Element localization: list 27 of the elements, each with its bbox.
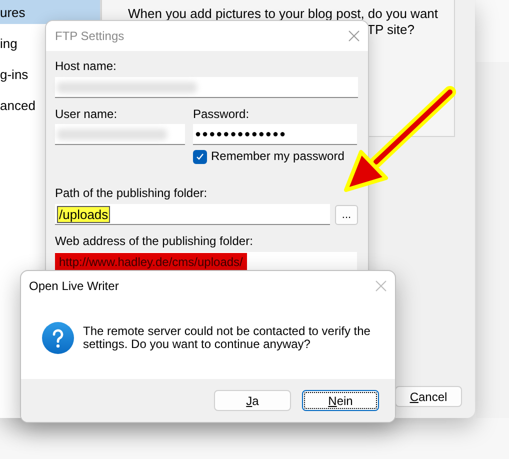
close-icon[interactable] (375, 280, 387, 292)
field-label: Host name: (55, 59, 118, 74)
sidebar-item[interactable]: ures (0, 0, 100, 24)
field-value: /uploads (57, 206, 110, 222)
field-label: Password: (193, 107, 250, 122)
dialog-title: FTP Settings (55, 29, 124, 43)
dialog-title: Open Live Writer (29, 279, 119, 293)
user-name-field[interactable] (55, 124, 185, 145)
remember-password-checkbox[interactable]: Remember my password (193, 149, 358, 164)
browse-button[interactable]: ... (335, 204, 358, 224)
check-icon (196, 152, 204, 160)
host-name-field[interactable] (55, 77, 358, 98)
field-label: User name: (55, 107, 118, 122)
dialog-button[interactable]: Ja (214, 390, 291, 411)
password-field[interactable]: ●●●●●●●●●●●●● (193, 124, 357, 145)
info-text: When you add pictures to your blog post, do you want (128, 6, 438, 22)
checkbox[interactable] (193, 150, 207, 164)
info-text: TP site? (367, 22, 414, 38)
field-value: http://www.hadley.de/cms/uploads/ (55, 253, 247, 271)
message-text: The remote server could not be contacted to verify the settings. Do you want to continue anyway? (83, 325, 372, 351)
path-field[interactable]: /uploads (55, 204, 330, 225)
cancel-button[interactable]: Cancel (395, 386, 462, 407)
question-icon (42, 322, 74, 354)
dialog-button[interactable]: Nein (302, 390, 379, 411)
close-icon[interactable] (348, 30, 360, 42)
field-label: Path of the publishing folder: (55, 186, 208, 201)
field-label: Web address of the publishing folder: (55, 234, 254, 249)
